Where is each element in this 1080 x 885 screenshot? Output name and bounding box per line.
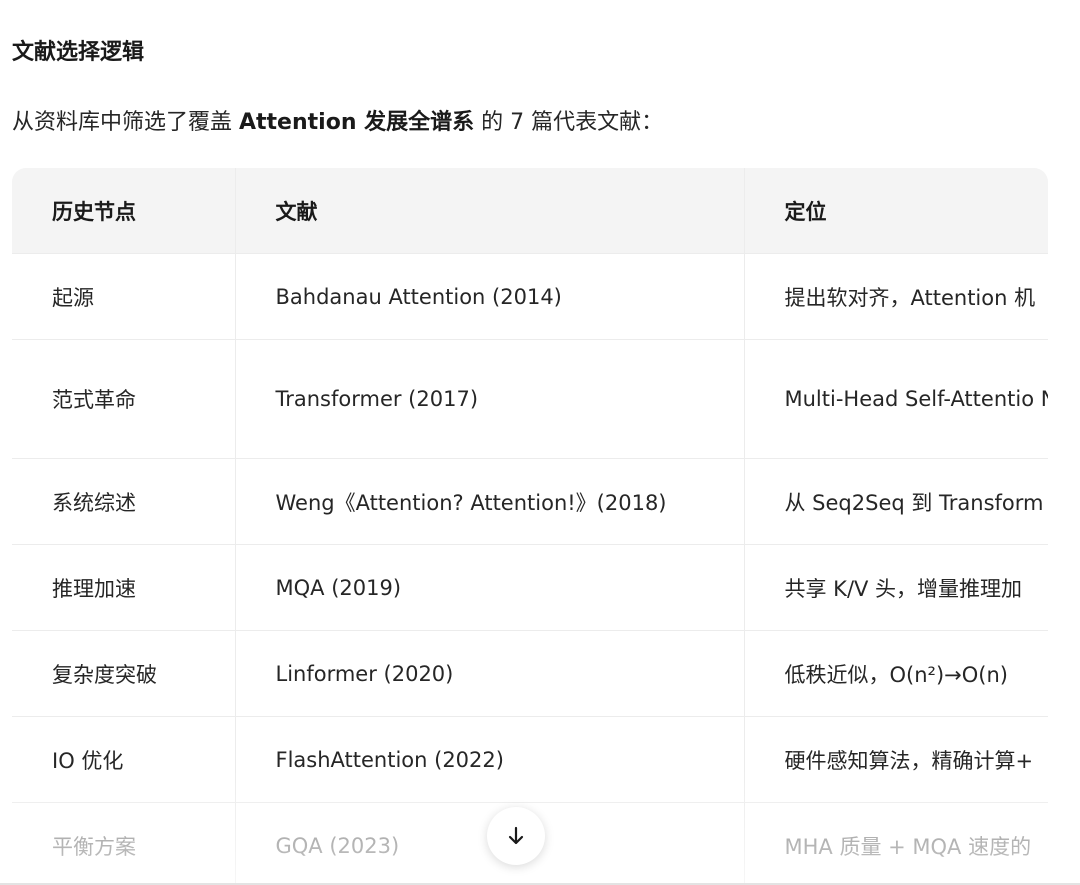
header-paper: 文献 bbox=[235, 168, 745, 254]
table-row: 复杂度突破 Linformer (2020) 低秩近似，O(n²)→O(n) bbox=[12, 630, 1048, 717]
cell-positioning: 低秩近似，O(n²)→O(n) bbox=[744, 630, 1048, 717]
cell-paper: FlashAttention (2022) bbox=[235, 716, 745, 803]
table-row: 推理加速 MQA (2019) 共享 K/V 头，增量推理加 bbox=[12, 544, 1048, 631]
cell-paper: MQA (2019) bbox=[235, 544, 745, 631]
cell-paper: Weng《Attention? Attention!》(2018) bbox=[235, 458, 745, 545]
header-positioning: 定位 bbox=[744, 168, 1048, 254]
intro-paragraph: 从资料库中筛选了覆盖 Attention 发展全谱系 的 7 篇代表文献： bbox=[12, 104, 663, 136]
cell-history-node: 平衡方案 bbox=[12, 802, 236, 885]
cell-positioning: MHA 质量 + MQA 速度的 bbox=[744, 802, 1048, 885]
cell-history-node: IO 优化 bbox=[12, 716, 236, 803]
table-row: 系统综述 Weng《Attention? Attention!》(2018) 从… bbox=[12, 458, 1048, 545]
cell-positioning: 从 Seq2Seq 到 Transform bbox=[744, 458, 1048, 545]
cell-positioning: Multi-Head Self-Attentio NN bbox=[744, 339, 1048, 459]
intro-bold: Attention 发展全谱系 bbox=[239, 110, 475, 135]
chat-response-view: 文献选择逻辑 从资料库中筛选了覆盖 Attention 发展全谱系 的 7 篇代… bbox=[0, 0, 1080, 885]
cell-paper: Linformer (2020) bbox=[235, 630, 745, 717]
header-history-node: 历史节点 bbox=[12, 168, 236, 254]
section-heading: 文献选择逻辑 bbox=[12, 40, 145, 65]
cell-history-node: 范式革命 bbox=[12, 339, 236, 459]
cell-history-node: 系统综述 bbox=[12, 458, 236, 545]
cell-history-node: 推理加速 bbox=[12, 544, 236, 631]
cell-positioning: 共享 K/V 头，增量推理加 bbox=[744, 544, 1048, 631]
scroll-to-bottom-button[interactable] bbox=[487, 807, 545, 865]
table-row: IO 优化 FlashAttention (2022) 硬件感知算法，精确计算+ bbox=[12, 716, 1048, 803]
intro-prefix: 从资料库中筛选了覆盖 bbox=[12, 110, 239, 135]
cell-history-node: 复杂度突破 bbox=[12, 630, 236, 717]
cell-positioning: 提出软对齐，Attention 机 bbox=[744, 253, 1048, 340]
cell-paper: Bahdanau Attention (2014) bbox=[235, 253, 745, 340]
table-row: 起源 Bahdanau Attention (2014) 提出软对齐，Atten… bbox=[12, 253, 1048, 340]
table-row: 范式革命 Transformer (2017) Multi-Head Self-… bbox=[12, 339, 1048, 459]
literature-table: 历史节点 文献 定位 起源 Bahdanau Attention (2014) … bbox=[12, 168, 1048, 885]
cell-positioning: 硬件感知算法，精确计算+ bbox=[744, 716, 1048, 803]
cell-paper: Transformer (2017) bbox=[235, 339, 745, 459]
cell-history-node: 起源 bbox=[12, 253, 236, 340]
literature-table-container[interactable]: 历史节点 文献 定位 起源 Bahdanau Attention (2014) … bbox=[12, 168, 1048, 885]
arrow-down-icon bbox=[508, 826, 524, 845]
intro-suffix: 的 7 篇代表文献： bbox=[474, 110, 664, 135]
table-header-row: 历史节点 文献 定位 bbox=[12, 168, 1048, 254]
